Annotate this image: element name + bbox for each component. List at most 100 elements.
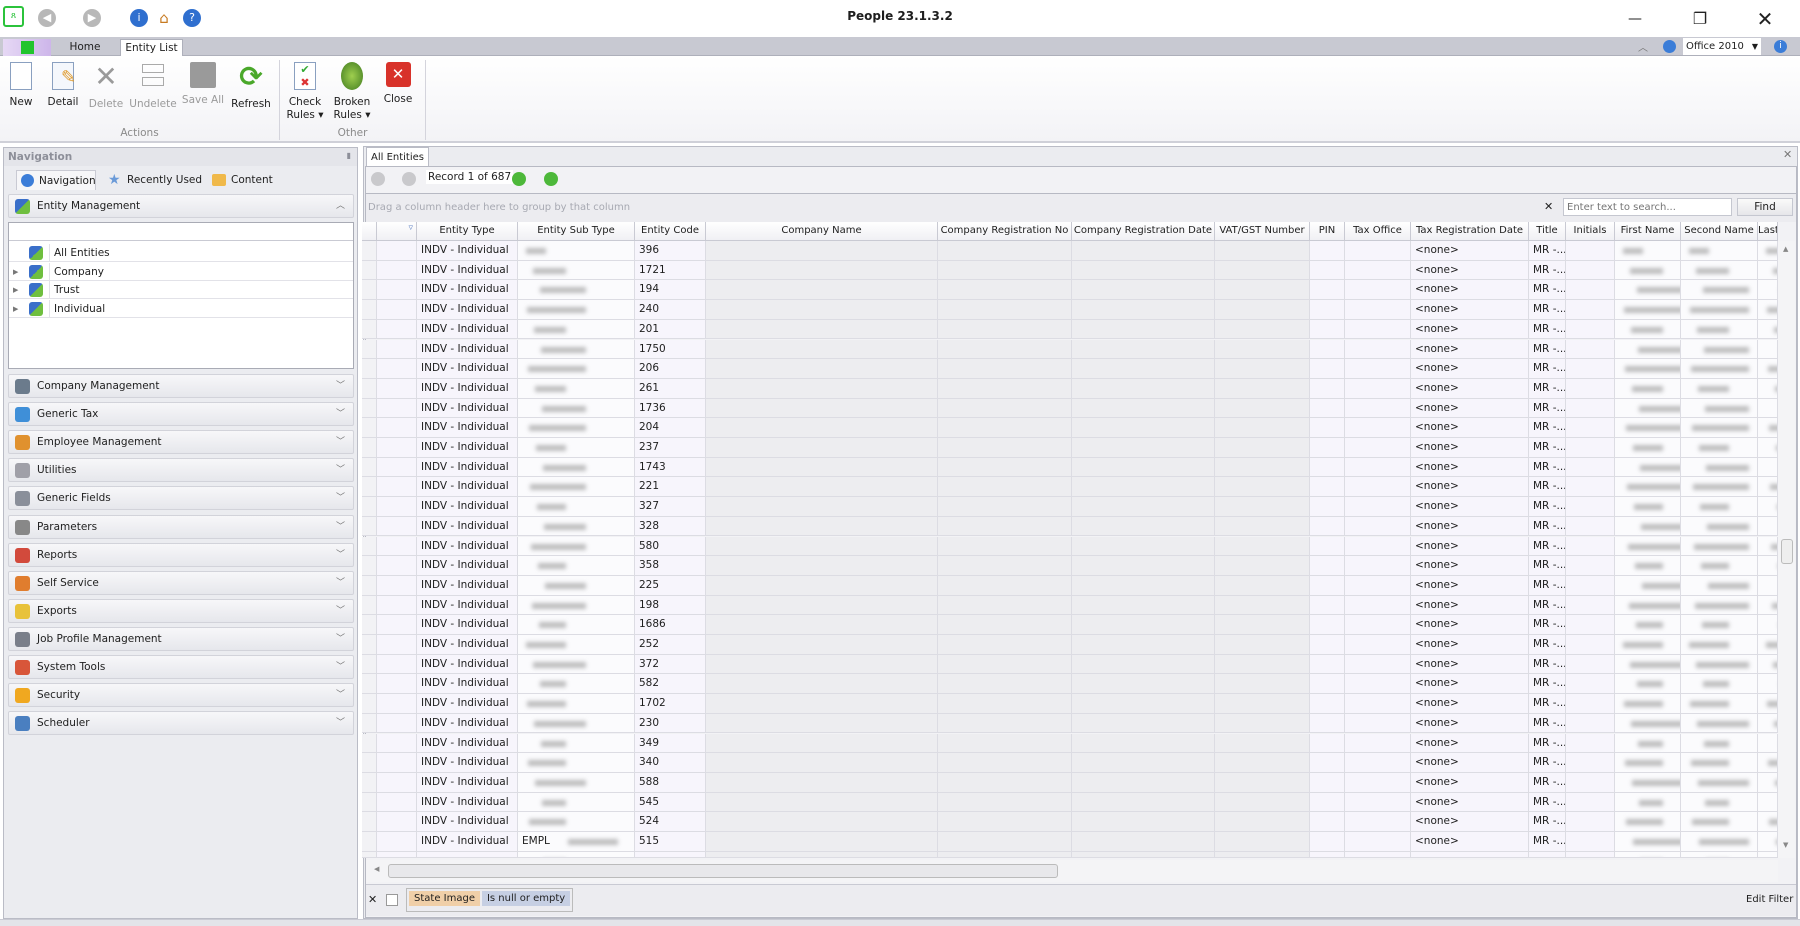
table-cell[interactable] xyxy=(1566,398,1615,419)
table-cell[interactable]: <none> xyxy=(1411,595,1529,616)
table-cell[interactable] xyxy=(1615,319,1681,340)
restore-button[interactable]: ❐ xyxy=(1680,4,1720,34)
table-cell[interactable] xyxy=(938,438,1072,458)
table-cell[interactable] xyxy=(362,359,377,379)
table-cell[interactable] xyxy=(362,319,377,340)
table-cell[interactable] xyxy=(635,851,706,858)
table-cell[interactable] xyxy=(706,241,938,261)
table-cell[interactable] xyxy=(1758,635,1778,655)
table-cell[interactable] xyxy=(938,536,1072,557)
table-cell[interactable]: <none> xyxy=(1411,241,1529,261)
table-cell[interactable] xyxy=(706,260,938,281)
table-cell[interactable]: <none> xyxy=(1411,772,1529,793)
table-cell[interactable]: MR -... xyxy=(1529,516,1566,537)
check-rules-button[interactable]: ✔ ✖ Check Rules ▾ xyxy=(281,62,329,122)
table-cell[interactable] xyxy=(1681,674,1758,695)
table-cell[interactable] xyxy=(1758,516,1778,537)
table-cell[interactable] xyxy=(706,516,938,537)
table-cell[interactable]: <none> xyxy=(1411,792,1529,813)
table-cell[interactable]: INDV - Individual xyxy=(417,339,518,360)
table-cell[interactable] xyxy=(362,280,377,301)
table-cell[interactable] xyxy=(706,694,938,714)
column-header[interactable] xyxy=(362,222,377,241)
table-cell[interactable] xyxy=(377,516,417,537)
table-cell[interactable] xyxy=(1681,556,1758,576)
table-cell[interactable] xyxy=(1758,674,1778,695)
table-cell[interactable] xyxy=(1215,477,1310,498)
table-cell[interactable]: <none> xyxy=(1411,497,1529,517)
table-cell[interactable] xyxy=(706,654,938,675)
table-cell[interactable]: INDV - Individual xyxy=(417,378,518,399)
table-cell[interactable] xyxy=(938,398,1072,419)
table-cell[interactable] xyxy=(362,575,377,596)
table-cell[interactable] xyxy=(1758,300,1778,320)
table-cell[interactable] xyxy=(1615,832,1681,852)
table-cell[interactable] xyxy=(518,772,635,793)
table-cell[interactable]: INDV - Individual xyxy=(417,635,518,655)
table-cell[interactable] xyxy=(377,378,417,399)
table-cell[interactable] xyxy=(1681,575,1758,596)
table-cell[interactable] xyxy=(938,516,1072,537)
table-cell[interactable]: INDV - Individual xyxy=(417,418,518,438)
table-cell[interactable]: MR -... xyxy=(1529,260,1566,281)
table-cell[interactable] xyxy=(1758,418,1778,438)
table-cell[interactable] xyxy=(1072,280,1215,301)
table-cell[interactable]: <none> xyxy=(1411,378,1529,399)
table-cell[interactable] xyxy=(1615,516,1681,537)
table-cell[interactable] xyxy=(706,635,938,655)
table-cell[interactable]: INDV - Individual xyxy=(417,359,518,379)
table-cell[interactable] xyxy=(1215,674,1310,695)
table-cell[interactable] xyxy=(1310,319,1345,340)
table-cell[interactable] xyxy=(1310,713,1345,734)
table-cell[interactable]: <none> xyxy=(1411,674,1529,695)
table-cell[interactable] xyxy=(1681,339,1758,360)
table-cell[interactable]: 349 xyxy=(635,733,706,754)
table-cell[interactable] xyxy=(1310,654,1345,675)
tree-item-individual[interactable]: ▶ Individual xyxy=(9,299,353,318)
table-cell[interactable] xyxy=(1566,359,1615,379)
find-button[interactable]: Find xyxy=(1737,198,1793,216)
table-cell[interactable] xyxy=(1215,378,1310,399)
table-cell[interactable]: 515 xyxy=(635,832,706,852)
table-cell[interactable] xyxy=(1566,832,1615,852)
table-cell[interactable] xyxy=(1758,398,1778,419)
table-cell[interactable] xyxy=(1310,792,1345,813)
table-cell[interactable] xyxy=(1310,694,1345,714)
table-cell[interactable] xyxy=(518,674,635,695)
table-cell[interactable] xyxy=(938,575,1072,596)
table-cell[interactable] xyxy=(1566,378,1615,399)
table-cell[interactable] xyxy=(1758,339,1778,360)
group-generic-tax[interactable]: Generic Tax ﹀ xyxy=(8,402,354,427)
table-cell[interactable] xyxy=(518,556,635,576)
table-cell[interactable] xyxy=(362,418,377,438)
table-cell[interactable] xyxy=(1310,516,1345,537)
table-cell[interactable] xyxy=(1758,733,1778,754)
broken-rules-button[interactable]: Broken Rules ▾ xyxy=(328,62,376,122)
table-cell[interactable] xyxy=(1215,812,1310,832)
table-cell[interactable]: MR -... xyxy=(1529,753,1566,773)
table-cell[interactable] xyxy=(377,241,417,261)
table-cell[interactable] xyxy=(1215,536,1310,557)
table-cell[interactable] xyxy=(362,398,377,419)
table-cell[interactable] xyxy=(377,398,417,419)
table-cell[interactable] xyxy=(1215,497,1310,517)
table-cell[interactable] xyxy=(1681,615,1758,635)
table-cell[interactable] xyxy=(706,398,938,419)
table-cell[interactable] xyxy=(1758,694,1778,714)
table-cell[interactable] xyxy=(377,457,417,478)
table-cell[interactable]: 328 xyxy=(635,516,706,537)
table-cell[interactable] xyxy=(706,536,938,557)
table-cell[interactable] xyxy=(1566,575,1615,596)
table-cell[interactable] xyxy=(1681,772,1758,793)
table-cell[interactable] xyxy=(518,536,635,557)
table-cell[interactable] xyxy=(1215,319,1310,340)
table-cell[interactable] xyxy=(1566,300,1615,320)
table-cell[interactable] xyxy=(518,319,635,340)
table-cell[interactable] xyxy=(1566,615,1615,635)
tab-content[interactable]: Content xyxy=(209,170,273,190)
table-cell[interactable] xyxy=(1615,674,1681,695)
table-cell[interactable]: <none> xyxy=(1411,398,1529,419)
table-cell[interactable] xyxy=(706,319,938,340)
table-cell[interactable] xyxy=(362,772,377,793)
table-cell[interactable] xyxy=(1215,654,1310,675)
